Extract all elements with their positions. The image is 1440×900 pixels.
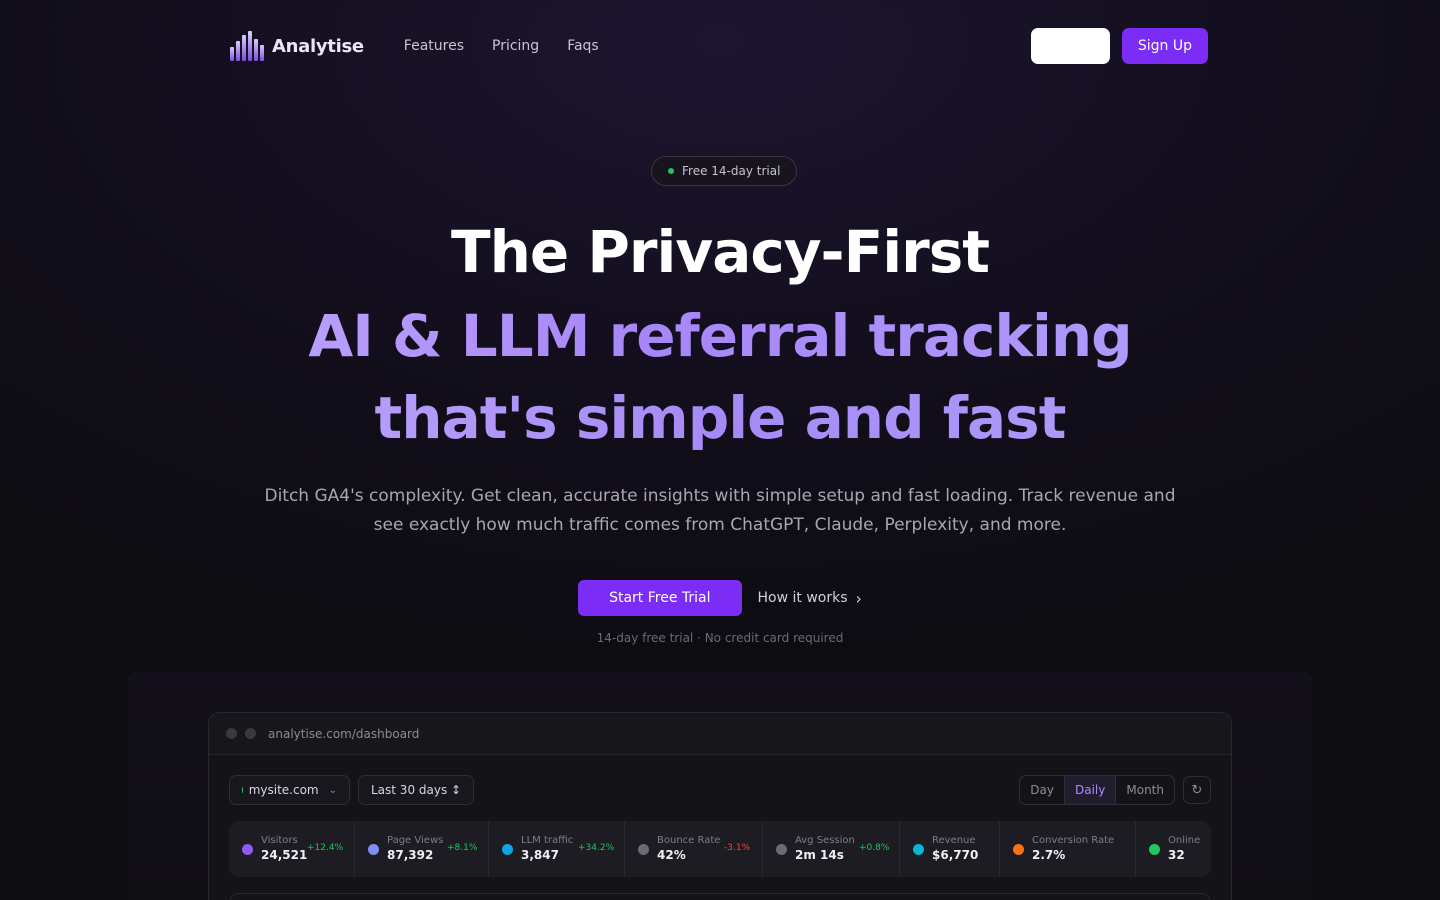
brand-name: Analytise — [272, 35, 364, 57]
site-status-dot-icon — [242, 787, 243, 793]
window-dot-icon — [245, 728, 256, 739]
top-nav: Analytise Features Pricing Faqs Sign Up — [230, 28, 1208, 64]
browser-bar: analytise.com/dashboard — [209, 713, 1231, 755]
chevron-down-icon: ⌄ — [328, 784, 337, 796]
site-select-value: mysite.com — [248, 783, 319, 797]
stat-text: Bounce Rate 42% — [657, 835, 720, 863]
stat-value: 3,847 — [521, 848, 559, 862]
stat-card: Page Views 87,392 +8.1% — [354, 821, 488, 877]
stat-text: Page Views 87,392 — [387, 835, 443, 863]
nav-link-faqs[interactable]: Faqs — [567, 38, 599, 54]
stat-color-dot-icon — [242, 843, 253, 855]
trial-badge-label: Free 14-day trial — [682, 164, 781, 178]
stat-label: Visitors — [261, 835, 298, 846]
stat-color-dot-icon — [502, 843, 513, 855]
dashboard-panel — [229, 893, 1211, 900]
stat-label: Page Views — [387, 835, 444, 846]
refresh-icon[interactable]: ↻ — [1183, 776, 1211, 804]
nav-actions: Sign Up — [1030, 28, 1208, 64]
stat-card: Revenue $6,770 — [899, 821, 999, 877]
hero-title-line-3: that's simple and fast — [0, 384, 1440, 452]
stat-label: LLM traffic — [521, 835, 574, 846]
signup-button[interactable]: Sign Up — [1121, 28, 1208, 64]
stat-label: Bounce Rate — [657, 835, 721, 846]
granularity-toggle: Day Daily Month — [1019, 775, 1175, 805]
stat-value: 87,392 — [387, 848, 434, 862]
stat-delta: +0.8% — [859, 843, 890, 853]
nav-link-pricing[interactable]: Pricing — [492, 38, 539, 54]
chevron-right-icon: › — [855, 588, 862, 608]
stat-value: 24,521 — [261, 848, 308, 862]
nav-links: Features Pricing Faqs — [404, 38, 599, 54]
login-button[interactable] — [1030, 28, 1110, 64]
browser-url: analytise.com/dashboard — [268, 726, 420, 741]
status-dot-icon — [668, 168, 674, 174]
date-range-value: Last 30 days ↕ — [371, 783, 462, 797]
window-dot-icon — [226, 728, 237, 739]
nav-link-features[interactable]: Features — [404, 38, 464, 54]
granularity-daily[interactable]: Daily — [1064, 776, 1116, 804]
stat-value: 32 — [1168, 848, 1185, 862]
hero-description: Ditch GA4's complexity. Get clean, accur… — [264, 486, 1176, 535]
brand-logo[interactable]: Analytise — [230, 31, 364, 61]
cta-row: Start Free Trial How it works › — [0, 580, 1440, 616]
stat-color-dot-icon — [1149, 843, 1160, 855]
logo-bars-icon — [230, 31, 264, 61]
stat-color-dot-icon — [913, 843, 924, 855]
stat-value: $6,770 — [932, 848, 979, 862]
stat-delta: -3.1% — [724, 843, 751, 853]
stat-delta: +8.1% — [447, 843, 478, 853]
start-free-trial-button[interactable]: Start Free Trial — [578, 580, 742, 616]
stat-color-dot-icon — [638, 843, 649, 855]
stat-delta: +12.4% — [307, 843, 344, 853]
stats-bar: Visitors 24,521 +12.4% Page Views 87,392 +8.1… — [229, 821, 1211, 877]
stat-text: Online 32 — [1168, 835, 1200, 863]
trial-fineprint: 14-day free trial · No credit card requi… — [596, 631, 844, 645]
stat-card: Avg Session 2m 14s +0.8% — [762, 821, 899, 877]
hero-title-line-2: AI & LLM referral tracking — [0, 302, 1440, 370]
dashboard-toolbar: mysite.com ⌄ Last 30 days ↕ Day Daily Mo… — [229, 775, 1211, 805]
granularity-month[interactable]: Month — [1115, 776, 1174, 804]
stat-text: Avg Session 2m 14s — [795, 835, 855, 863]
stat-text: Visitors 24,521 — [261, 835, 307, 863]
stat-text: Conversion Rate 2.7% — [1032, 835, 1114, 863]
stat-card: Visitors 24,521 +12.4% — [229, 821, 354, 877]
granularity-day[interactable]: Day — [1020, 776, 1064, 804]
trial-badge: Free 14-day trial — [651, 156, 798, 186]
stat-color-dot-icon — [1013, 843, 1024, 855]
dashboard-preview: analytise.com/dashboard mysite.com ⌄ Las… — [208, 712, 1232, 900]
stat-text: LLM traffic 3,847 — [521, 835, 573, 863]
how-it-works-button[interactable]: How it works › — [758, 589, 862, 608]
date-range-select[interactable]: Last 30 days ↕ — [358, 775, 475, 805]
stat-card: LLM traffic 3,847 +34.2% — [488, 821, 624, 877]
stat-text: Revenue $6,770 — [932, 835, 978, 863]
stat-value: 42% — [657, 848, 686, 862]
site-select[interactable]: mysite.com ⌄ — [229, 775, 350, 805]
stat-color-dot-icon — [776, 843, 787, 855]
stat-label: Conversion Rate — [1032, 835, 1115, 846]
hero-title-line-1: The Privacy-First — [451, 218, 990, 286]
stat-value: 2.7% — [1032, 848, 1066, 862]
stat-label: Avg Session — [795, 835, 855, 846]
stat-value: 2m 14s — [795, 848, 844, 862]
stat-card: Conversion Rate 2.7% — [999, 821, 1135, 877]
stat-label: Online — [1168, 835, 1201, 846]
stat-card: Bounce Rate 42% -3.1% — [624, 821, 762, 877]
stat-card: Online 32 — [1135, 821, 1211, 877]
how-it-works-label: How it works — [757, 590, 848, 606]
stat-delta: +34.2% — [578, 843, 615, 853]
stat-color-dot-icon — [368, 843, 379, 855]
stat-label: Revenue — [932, 835, 976, 846]
